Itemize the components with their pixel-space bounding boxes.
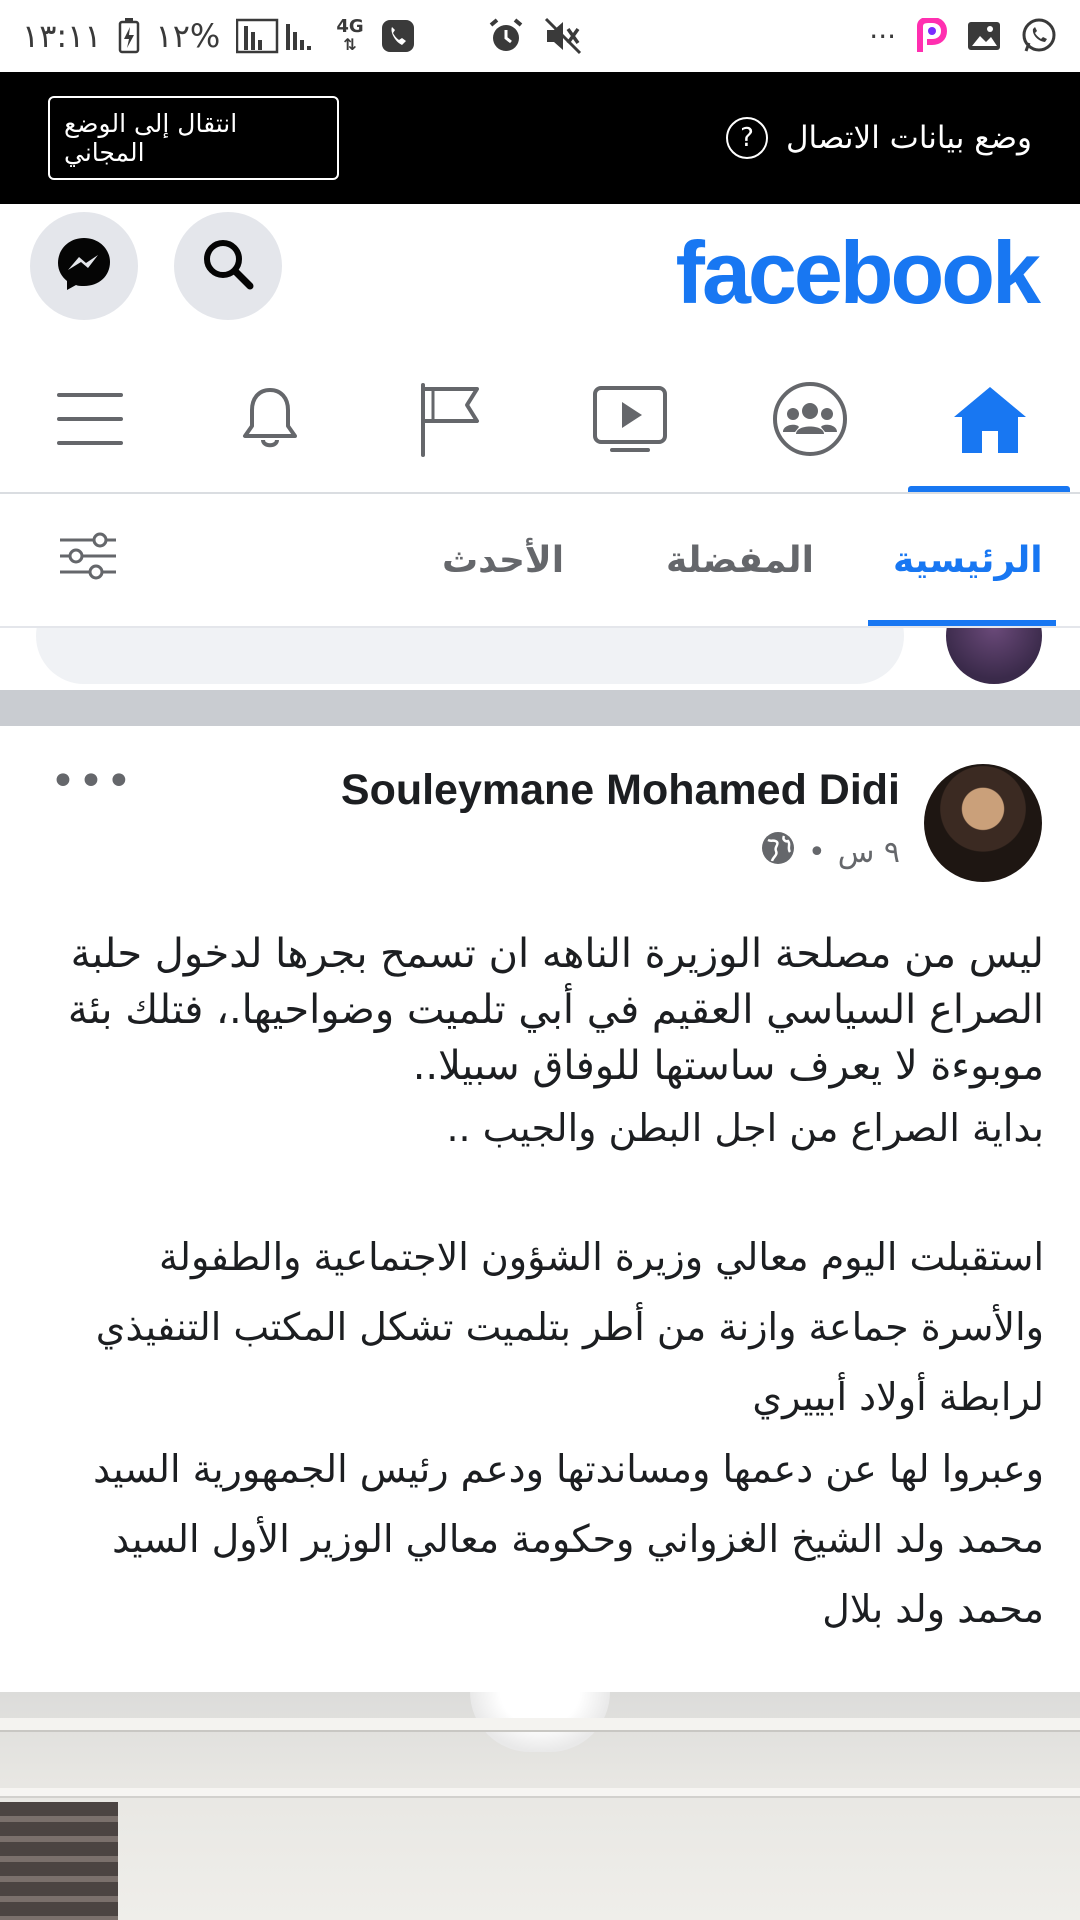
search-icon xyxy=(198,234,258,298)
post-intro: ليس من مصلحة الوزيرة الناهه ان تسمح بجره… xyxy=(67,931,1044,1089)
status-left: ١٣:١١ ١٢% 4G ⇅ xyxy=(22,17,416,55)
user-avatar[interactable] xyxy=(946,628,1042,684)
nav-home[interactable] xyxy=(910,350,1070,492)
search-button[interactable] xyxy=(174,212,282,320)
filter-sliders-icon xyxy=(56,532,120,589)
mute-icon xyxy=(543,17,583,55)
app-header: facebook xyxy=(0,204,1080,324)
network-4g-icon: 4G ⇅ xyxy=(336,16,364,54)
tab-recent[interactable]: الأحدث xyxy=(442,494,564,626)
post-paragraph-1: استقبلت اليوم معالي وزيرة الشؤون الاجتما… xyxy=(95,1235,1044,1419)
post-body: ليس من مصلحة الوزيرة الناهه ان تسمح بجره… xyxy=(34,926,1044,1644)
post-photo[interactable] xyxy=(0,1692,1080,1920)
feed-tabs: الأحدث المفضلة الرئيسية xyxy=(0,494,1080,626)
nav-watch[interactable] xyxy=(550,350,710,492)
bell-icon xyxy=(235,384,305,458)
messenger-icon xyxy=(52,232,116,300)
post-time[interactable]: ٩ س xyxy=(838,835,900,870)
nav-pages[interactable] xyxy=(370,350,530,492)
home-icon xyxy=(952,383,1028,459)
menu-icon xyxy=(55,389,125,453)
post-author-name[interactable]: Souleymane Mohamed Didi xyxy=(341,766,900,815)
tab-home[interactable]: الرئيسية xyxy=(893,494,1043,626)
messenger-button[interactable] xyxy=(30,212,138,320)
data-mode-banner: انتقال إلى الوضع المجاني ? وضع بيانات ال… xyxy=(0,72,1080,204)
banner-title: وضع بيانات الاتصال xyxy=(786,120,1032,156)
author-avatar[interactable] xyxy=(924,764,1042,882)
photo-molding-lower xyxy=(0,1788,1080,1798)
post-more-button[interactable]: ••• xyxy=(50,756,134,807)
picsart-icon xyxy=(914,18,948,54)
status-bar: ١٣:١١ ١٢% 4G ⇅ ··· xyxy=(0,0,1080,72)
video-play-icon xyxy=(592,384,668,458)
feed-separator xyxy=(0,690,1080,726)
post-meta: ٩ س • xyxy=(760,830,900,874)
help-icon[interactable]: ? xyxy=(726,117,769,159)
nav-menu[interactable] xyxy=(10,350,170,492)
banner-title-group: ? وضع بيانات الاتصال xyxy=(726,117,1032,159)
phone-icon xyxy=(380,18,416,54)
nav-groups[interactable] xyxy=(730,350,890,492)
groups-icon xyxy=(771,380,849,462)
feed-filter-button[interactable] xyxy=(56,494,120,626)
composer-input[interactable] xyxy=(36,628,904,684)
nav-notifications[interactable] xyxy=(190,350,350,492)
tab-favorites[interactable]: المفضلة xyxy=(666,494,814,626)
main-nav xyxy=(0,350,1080,492)
post-card: ••• Souleymane Mohamed Didi ٩ س • ليس من… xyxy=(0,726,1080,1920)
gallery-icon xyxy=(966,18,1002,54)
globe-icon xyxy=(760,830,796,874)
meta-separator: • xyxy=(808,834,826,870)
battery-level: ١٢% xyxy=(155,17,221,55)
post-line-2: بداية الصراع من اجل البطن والجيب .. xyxy=(446,1106,1044,1150)
photo-window-blind xyxy=(0,1802,118,1920)
network-type: 4G xyxy=(336,16,364,37)
facebook-logo[interactable]: facebook xyxy=(676,222,1041,324)
whatsapp-icon xyxy=(1020,17,1058,55)
free-mode-button[interactable]: انتقال إلى الوضع المجاني xyxy=(48,96,339,180)
post-paragraph-2: وعبروا لها عن دعمها ومساندتها ودعم رئيس … xyxy=(93,1447,1044,1631)
photo-molding xyxy=(0,1718,1080,1732)
battery-icon xyxy=(118,18,140,54)
more-notifications: ··· xyxy=(869,19,896,53)
flag-icon xyxy=(415,381,485,461)
composer-partial xyxy=(0,628,1080,690)
clock: ١٣:١١ xyxy=(22,17,102,55)
signal-icon xyxy=(236,18,320,54)
alarm-icon xyxy=(487,17,525,55)
status-right: ··· xyxy=(487,17,1058,55)
